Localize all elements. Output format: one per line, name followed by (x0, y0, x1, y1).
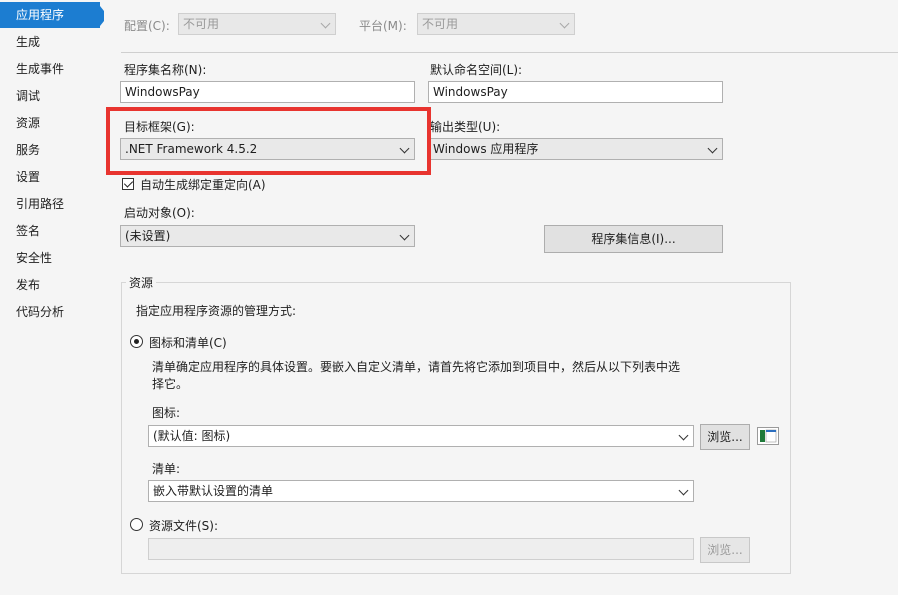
assembly-info-button[interactable]: 程序集信息(I)... (544, 225, 723, 253)
sidebar-item-label: 引用路径 (16, 197, 65, 211)
chevron-down-icon (707, 143, 718, 154)
sidebar-item-label: 安全性 (16, 251, 53, 265)
resources-description: 指定应用程序资源的管理方式: (136, 304, 297, 318)
chevron-down-icon (678, 485, 689, 496)
default-namespace-input[interactable]: WindowsPay (428, 81, 723, 103)
chevron-down-icon (320, 18, 331, 29)
sidebar-item-label: 调试 (16, 89, 41, 103)
checkmark-icon (123, 178, 134, 188)
sidebar-item-label: 设置 (16, 170, 41, 184)
radio-selected-dot (134, 339, 139, 344)
config-dropdown[interactable]: 不可用 (178, 13, 336, 35)
startup-object-dropdown[interactable]: (未设置) (120, 225, 415, 247)
icon-manifest-help-line1: 清单确定应用程序的具体设置。要嵌入自定义清单，请首先将它添加到项目中，然后从以下… (152, 360, 681, 374)
resource-file-label: 资源文件(S): (149, 519, 219, 533)
output-type-value: Windows 应用程序 (433, 142, 539, 156)
sidebar-item-debug[interactable]: 调试 (0, 83, 104, 109)
chevron-down-icon (399, 230, 410, 241)
config-label: 配置(C): (124, 19, 170, 33)
sidebar-item-label: 签名 (16, 224, 41, 238)
icon-manifest-help-line2: 择它。 (152, 377, 189, 391)
resource-file-input[interactable] (148, 538, 694, 560)
sidebar-item-code-analysis[interactable]: 代码分析 (0, 299, 104, 325)
target-framework-value: .NET Framework 4.5.2 (125, 142, 258, 156)
output-type-dropdown[interactable]: Windows 应用程序 (428, 138, 723, 160)
divider (121, 52, 898, 53)
resource-file-radio[interactable] (130, 518, 143, 531)
sidebar-item-label: 资源 (16, 116, 41, 130)
sidebar-item-build[interactable]: 生成 (0, 29, 104, 55)
icon-dropdown-value: (默认值: 图标) (153, 429, 231, 443)
sidebar-item-security[interactable]: 安全性 (0, 245, 104, 271)
sidebar-item-reference-paths[interactable]: 引用路径 (0, 191, 104, 217)
manifest-label: 清单: (152, 462, 181, 476)
sidebar-item-label: 发布 (16, 278, 41, 292)
sidebar-item-label: 应用程序 (16, 8, 65, 22)
default-namespace-label: 默认命名空间(L): (430, 63, 523, 77)
config-dropdown-value: 不可用 (183, 17, 220, 31)
auto-binding-checkbox[interactable] (122, 178, 134, 190)
chevron-down-icon (678, 430, 689, 441)
resource-file-browse-button[interactable]: 浏览... (700, 537, 750, 563)
auto-binding-label: 自动生成绑定重定向(A) (140, 178, 266, 192)
target-framework-dropdown[interactable]: .NET Framework 4.5.2 (120, 138, 415, 160)
sidebar-item-label: 生成 (16, 35, 41, 49)
sidebar-item-label: 服务 (16, 143, 41, 157)
resources-group-title: 资源 (126, 274, 157, 291)
sidebar-item-resources[interactable]: 资源 (0, 110, 104, 136)
chevron-down-icon (399, 143, 410, 154)
sidebar-item-signing[interactable]: 签名 (0, 218, 104, 244)
output-type-label: 输出类型(U): (430, 120, 501, 134)
assembly-name-label: 程序集名称(N): (124, 63, 207, 77)
sidebar-item-application[interactable]: 应用程序 (0, 2, 100, 28)
manifest-dropdown[interactable]: 嵌入带默认设置的清单 (148, 480, 694, 502)
icon-label: 图标: (152, 406, 181, 420)
platform-dropdown[interactable]: 不可用 (417, 13, 575, 35)
sidebar-item-publish[interactable]: 发布 (0, 272, 104, 298)
sidebar-item-settings[interactable]: 设置 (0, 164, 104, 190)
chevron-down-icon (559, 18, 570, 29)
sidebar-item-label: 代码分析 (16, 305, 65, 319)
icon-manifest-label: 图标和清单(C) (149, 336, 227, 350)
icon-dropdown[interactable]: (默认值: 图标) (148, 425, 694, 447)
properties-panel: 配置(C): 不可用 平台(M): 不可用 程序集名称(N): WindowsP… (104, 0, 898, 595)
sidebar-item-build-events[interactable]: 生成事件 (0, 56, 104, 82)
sidebar-item-services[interactable]: 服务 (0, 137, 104, 163)
platform-label: 平台(M): (359, 19, 407, 33)
assembly-name-value: WindowsPay (125, 85, 200, 99)
window-icon (760, 429, 777, 443)
assembly-name-input[interactable]: WindowsPay (120, 81, 415, 103)
startup-object-label: 启动对象(O): (124, 206, 195, 220)
manifest-dropdown-value: 嵌入带默认设置的清单 (153, 484, 274, 498)
sidebar-item-label: 生成事件 (16, 62, 65, 76)
platform-dropdown-value: 不可用 (422, 17, 459, 31)
default-namespace-value: WindowsPay (433, 85, 508, 99)
sidebar: 应用程序 生成 生成事件 调试 资源 服务 设置 引用路径 签名 安全性 发布 … (0, 0, 108, 595)
startup-object-value: (未设置) (125, 229, 171, 243)
icon-browse-button[interactable]: 浏览... (700, 424, 750, 450)
icon-manifest-radio[interactable] (130, 335, 143, 348)
target-framework-label: 目标框架(G): (124, 120, 195, 134)
icon-preview (757, 427, 779, 445)
